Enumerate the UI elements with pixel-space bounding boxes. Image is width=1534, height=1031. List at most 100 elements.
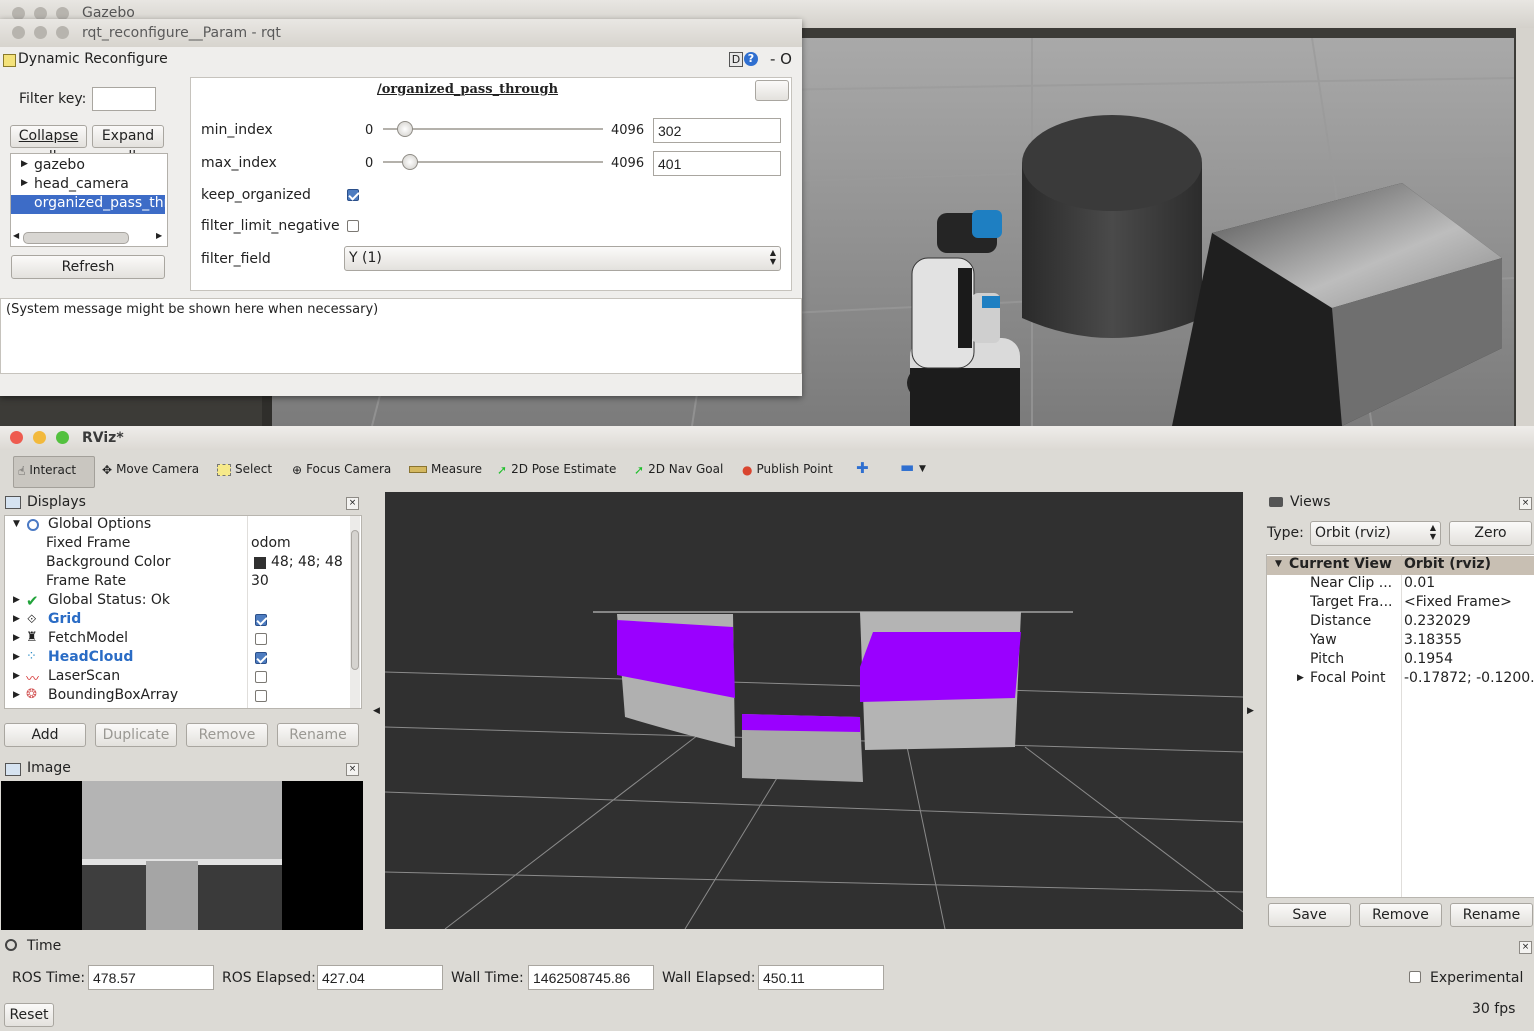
node-tree[interactable]: ▶ gazebo ▶ head_camera organized_pass_th…: [10, 153, 168, 247]
display-row-grid[interactable]: ▶ ⟐ Grid: [5, 611, 351, 630]
collapse-all-button[interactable]: Collapse all: [10, 125, 87, 165]
ros-elapsed-field[interactable]: [317, 965, 443, 990]
2d-pose-estimate-tool-button[interactable]: ➚ 2D Pose Estimate: [497, 462, 616, 477]
duplicate-display-button[interactable]: Duplicate: [95, 723, 177, 747]
add-tool-plus-icon[interactable]: ✚: [856, 459, 869, 477]
scroll-right-icon[interactable]: ▶: [156, 231, 162, 240]
rviz-maximize-icon[interactable]: [56, 431, 69, 444]
move-camera-tool-button[interactable]: ✥ Move Camera: [102, 462, 199, 477]
min-index-input[interactable]: [653, 118, 781, 143]
grid-enable-checkbox[interactable]: [255, 614, 267, 626]
experimental-checkbox[interactable]: [1409, 971, 1421, 983]
view-property-row[interactable]: Pitch 0.1954: [1267, 651, 1534, 670]
displays-vertical-scrollbar[interactable]: [350, 516, 360, 708]
right-splitter-arrow-icon[interactable]: ▶: [1247, 706, 1254, 716]
select-tool-button[interactable]: Select: [217, 462, 272, 476]
remove-display-button[interactable]: Remove: [186, 723, 268, 747]
property-value[interactable]: -0.17872; -0.1200...: [1404, 670, 1534, 686]
remove-tool-minus-icon[interactable]: ▬: [900, 458, 914, 476]
rviz-close-icon[interactable]: [10, 431, 23, 444]
view-property-row[interactable]: Target Fra... <Fixed Frame>: [1267, 594, 1534, 613]
view-property-row-focal-point[interactable]: ▶ Focal Point -0.17872; -0.1200...: [1267, 670, 1534, 689]
expand-arrow-icon[interactable]: ▶: [1297, 673, 1304, 683]
rqt-minimize-icon[interactable]: [34, 26, 47, 39]
display-row-fixed-frame[interactable]: Fixed Frame odom: [5, 535, 351, 554]
tool-dropdown-icon[interactable]: ▼: [919, 464, 926, 474]
measure-tool-button[interactable]: Measure: [409, 462, 482, 476]
display-row-headcloud[interactable]: ▶ ⁘ HeadCloud: [5, 649, 351, 668]
rename-display-button[interactable]: Rename: [277, 723, 359, 747]
focus-camera-tool-button[interactable]: ⊕ Focus Camera: [292, 462, 391, 477]
tree-item-organized-pass-through[interactable]: organized_pass_thr: [11, 195, 165, 214]
expand-arrow-icon[interactable]: ▶: [13, 671, 20, 681]
expand-arrow-icon[interactable]: ▶: [21, 178, 28, 188]
wall-elapsed-field[interactable]: [758, 965, 884, 990]
max-index-slider-handle[interactable]: [402, 154, 418, 170]
save-view-button[interactable]: Save: [1268, 903, 1351, 927]
view-type-select[interactable]: Orbit (rviz) ▲ ▼: [1310, 521, 1441, 546]
expand-arrow-icon[interactable]: ▶: [13, 614, 20, 624]
interact-tool-button[interactable]: ☝ Interact: [13, 456, 95, 488]
expand-arrow-icon[interactable]: ▶: [13, 652, 20, 662]
rename-view-button[interactable]: Rename: [1450, 903, 1533, 927]
view-property-row[interactable]: Yaw 3.18355: [1267, 632, 1534, 651]
window-controls[interactable]: - O: [770, 50, 792, 68]
expand-arrow-icon[interactable]: ▶: [13, 633, 20, 643]
keep-organized-checkbox[interactable]: [347, 189, 359, 201]
collapse-arrow-icon[interactable]: ▼: [13, 519, 20, 529]
laserscan-enable-checkbox[interactable]: [255, 671, 267, 683]
current-view-row[interactable]: ▼ Current View Orbit (rviz): [1267, 556, 1534, 575]
min-index-slider-track[interactable]: [383, 128, 603, 130]
views-tree[interactable]: ▼ Current View Orbit (rviz) Near Clip ..…: [1266, 554, 1534, 898]
tree-horizontal-scrollbar[interactable]: [23, 232, 129, 244]
rviz-titlebar[interactable]: RViz*: [0, 426, 1534, 450]
image-close-icon[interactable]: ×: [346, 763, 359, 776]
expand-all-button[interactable]: Expand all: [92, 125, 164, 165]
property-value[interactable]: 0.01: [1404, 575, 1534, 591]
rqt-maximize-icon[interactable]: [56, 26, 69, 39]
view-property-row[interactable]: Distance 0.232029: [1267, 613, 1534, 632]
property-value[interactable]: 30: [251, 573, 269, 589]
min-index-slider-handle[interactable]: [397, 121, 413, 137]
refresh-button[interactable]: Refresh: [11, 255, 165, 279]
property-value[interactable]: 0.1954: [1404, 651, 1534, 667]
display-row-fetchmodel[interactable]: ▶ ♜ FetchModel: [5, 630, 351, 649]
property-value[interactable]: 48; 48; 48: [271, 554, 343, 570]
gazebo-scrollbar[interactable]: [1516, 28, 1534, 426]
rviz-3d-view[interactable]: [385, 492, 1243, 929]
node-close-button[interactable]: [755, 80, 789, 101]
rqt-titlebar[interactable]: rqt_reconfigure__Param - rqt: [0, 19, 802, 47]
scroll-left-icon[interactable]: ◀: [13, 231, 19, 240]
scrollbar-thumb[interactable]: [351, 530, 359, 670]
zero-view-button[interactable]: Zero: [1449, 521, 1532, 546]
tree-item-gazebo[interactable]: ▶ gazebo: [11, 157, 165, 176]
property-value[interactable]: 0.232029: [1404, 613, 1534, 629]
displays-tree[interactable]: ▼ Global Options Fixed Frame odom Backgr…: [4, 515, 362, 709]
filter-field-select[interactable]: Y (1) ▲ ▼: [344, 246, 781, 271]
expand-arrow-icon[interactable]: ▶: [21, 159, 28, 169]
reset-button[interactable]: Reset: [4, 1003, 54, 1027]
wall-time-field[interactable]: [528, 965, 654, 990]
display-row-global-status[interactable]: ▶ ✔ Global Status: Ok: [5, 592, 351, 611]
display-row-laserscan[interactable]: ▶ 〰 LaserScan: [5, 668, 351, 687]
help-icon[interactable]: ?: [744, 52, 758, 66]
ros-time-field[interactable]: [88, 965, 214, 990]
expand-arrow-icon[interactable]: ▶: [13, 690, 20, 700]
collapse-arrow-icon[interactable]: ▼: [1275, 559, 1282, 569]
left-splitter-arrow-icon[interactable]: ◀: [373, 706, 380, 716]
add-display-button[interactable]: Add: [4, 723, 86, 747]
display-row-background-color[interactable]: Background Color 48; 48; 48: [5, 554, 351, 573]
expand-arrow-icon[interactable]: ▶: [13, 595, 20, 605]
boundingboxarray-enable-checkbox[interactable]: [255, 690, 267, 702]
views-close-icon[interactable]: ×: [1519, 497, 1532, 510]
filter-key-input[interactable]: [92, 87, 156, 111]
max-index-input[interactable]: [653, 151, 781, 176]
property-value[interactable]: 3.18355: [1404, 632, 1534, 648]
filter-limit-negative-checkbox[interactable]: [347, 220, 359, 232]
property-value[interactable]: odom: [251, 535, 291, 551]
display-row-boundingboxarray[interactable]: ▶ ❂ BoundingBoxArray: [5, 687, 351, 706]
docked-icon[interactable]: D: [729, 52, 743, 67]
property-value[interactable]: <Fixed Frame>: [1404, 594, 1534, 610]
remove-view-button[interactable]: Remove: [1359, 903, 1442, 927]
rviz-minimize-icon[interactable]: [33, 431, 46, 444]
